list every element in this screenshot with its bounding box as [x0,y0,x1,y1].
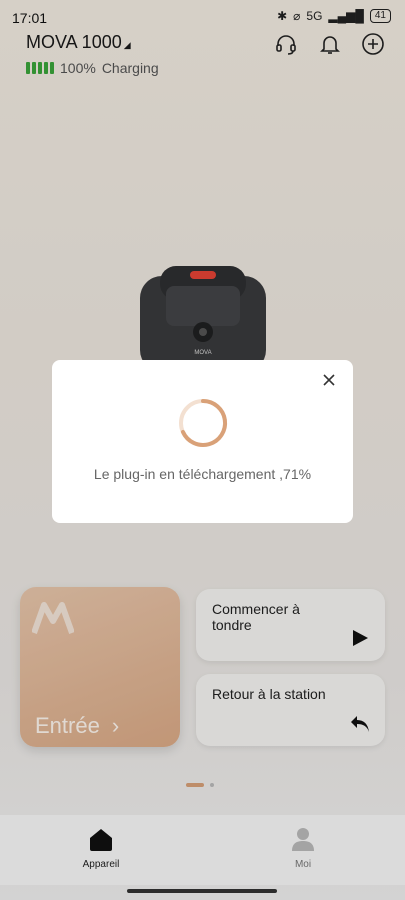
plugin-download-dialog: Le plug-in en téléchargement ,71% [52,360,353,523]
loading-spinner-icon [179,398,228,447]
close-icon[interactable] [321,372,337,388]
download-progress-message: Le plug-in en téléchargement ,71% [93,466,312,482]
